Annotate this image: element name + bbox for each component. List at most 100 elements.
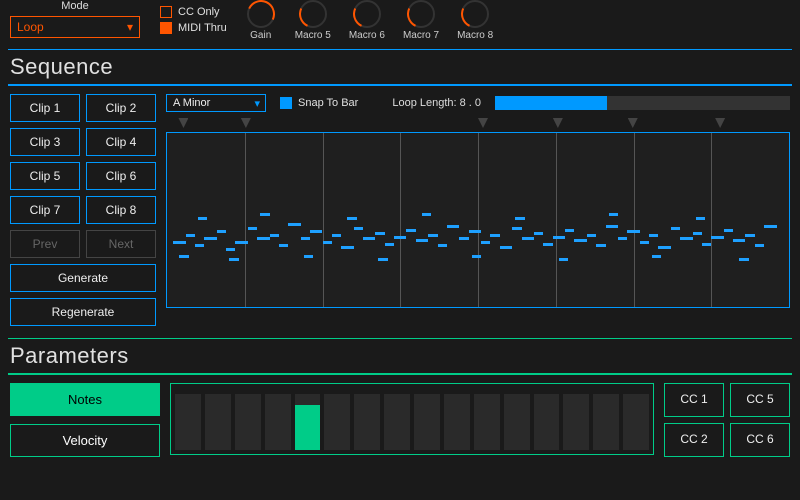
parameter-bar[interactable] bbox=[235, 394, 261, 450]
midi-note[interactable] bbox=[755, 244, 764, 247]
timeline-marker[interactable] bbox=[553, 118, 563, 128]
macro5-knob[interactable] bbox=[299, 0, 327, 28]
midi-note[interactable] bbox=[195, 244, 204, 247]
midi-note[interactable] bbox=[406, 229, 415, 232]
midi-note[interactable] bbox=[559, 258, 568, 261]
timeline-marker[interactable] bbox=[478, 118, 488, 128]
parameter-bar[interactable] bbox=[563, 394, 589, 450]
midi-note[interactable] bbox=[459, 237, 468, 240]
macro8-knob[interactable] bbox=[461, 0, 489, 28]
midi-note[interactable] bbox=[469, 230, 481, 233]
midi-note[interactable] bbox=[565, 229, 574, 232]
midi-note[interactable] bbox=[711, 236, 723, 239]
midi-thru-checkbox[interactable] bbox=[160, 22, 172, 34]
clip-2-button[interactable]: Clip 2 bbox=[86, 94, 156, 122]
parameter-bar[interactable] bbox=[414, 394, 440, 450]
midi-note[interactable] bbox=[745, 234, 754, 237]
loop-length-slider[interactable] bbox=[495, 96, 790, 110]
midi-note[interactable] bbox=[394, 236, 406, 239]
parameter-bar[interactable] bbox=[623, 394, 649, 450]
midi-note[interactable] bbox=[693, 232, 702, 235]
parameter-bar[interactable] bbox=[205, 394, 231, 450]
cc1-button[interactable]: CC 1 bbox=[664, 383, 724, 417]
midi-note[interactable] bbox=[500, 246, 512, 249]
velocity-tab-button[interactable]: Velocity bbox=[10, 424, 160, 457]
midi-note[interactable] bbox=[724, 229, 733, 232]
parameter-bar[interactable] bbox=[593, 394, 619, 450]
clip-7-button[interactable]: Clip 7 bbox=[10, 196, 80, 224]
timeline-marker[interactable] bbox=[715, 118, 725, 128]
midi-note[interactable] bbox=[248, 227, 257, 230]
midi-note[interactable] bbox=[288, 223, 300, 226]
clip-5-button[interactable]: Clip 5 bbox=[10, 162, 80, 190]
midi-note[interactable] bbox=[301, 237, 310, 240]
midi-note[interactable] bbox=[229, 258, 238, 261]
parameter-bar[interactable] bbox=[175, 394, 201, 450]
generate-button[interactable]: Generate bbox=[10, 264, 156, 292]
midi-note[interactable] bbox=[652, 255, 661, 258]
timeline-marker[interactable] bbox=[628, 118, 638, 128]
timeline-marker[interactable] bbox=[241, 118, 251, 128]
midi-note[interactable] bbox=[534, 232, 543, 235]
midi-note[interactable] bbox=[438, 244, 447, 247]
midi-note[interactable] bbox=[347, 217, 356, 220]
midi-note[interactable] bbox=[378, 258, 387, 261]
parameter-bar[interactable] bbox=[504, 394, 530, 450]
midi-note[interactable] bbox=[279, 244, 288, 247]
midi-note[interactable] bbox=[702, 243, 711, 246]
midi-note[interactable] bbox=[671, 227, 680, 230]
midi-note[interactable] bbox=[596, 244, 605, 247]
snap-to-bar-checkbox[interactable] bbox=[280, 97, 292, 109]
piano-roll[interactable] bbox=[166, 132, 790, 308]
gain-knob[interactable] bbox=[247, 0, 275, 28]
mode-select[interactable]: Loop bbox=[10, 16, 140, 38]
midi-note[interactable] bbox=[606, 225, 618, 228]
midi-note[interactable] bbox=[416, 239, 428, 242]
clip-6-button[interactable]: Clip 6 bbox=[86, 162, 156, 190]
midi-note[interactable] bbox=[733, 239, 745, 242]
midi-note[interactable] bbox=[764, 225, 776, 228]
parameter-bar[interactable] bbox=[354, 394, 380, 450]
midi-note[interactable] bbox=[490, 234, 499, 237]
midi-note[interactable] bbox=[618, 237, 627, 240]
midi-note[interactable] bbox=[696, 217, 705, 220]
midi-note[interactable] bbox=[323, 241, 332, 244]
cc-only-checkbox[interactable] bbox=[160, 6, 172, 18]
midi-note[interactable] bbox=[680, 237, 692, 240]
parameter-bars[interactable] bbox=[170, 383, 654, 455]
parameter-bar[interactable] bbox=[265, 394, 291, 450]
midi-note[interactable] bbox=[472, 255, 481, 258]
midi-note[interactable] bbox=[512, 227, 521, 230]
notes-tab-button[interactable]: Notes bbox=[10, 383, 160, 416]
parameter-bar[interactable] bbox=[295, 394, 321, 450]
prev-button[interactable]: Prev bbox=[10, 230, 80, 258]
midi-note[interactable] bbox=[627, 230, 639, 233]
midi-note[interactable] bbox=[640, 241, 649, 244]
midi-note[interactable] bbox=[341, 246, 353, 249]
midi-note[interactable] bbox=[363, 237, 375, 240]
clip-3-button[interactable]: Clip 3 bbox=[10, 128, 80, 156]
midi-note[interactable] bbox=[609, 213, 618, 216]
next-button[interactable]: Next bbox=[86, 230, 156, 258]
midi-note[interactable] bbox=[574, 239, 586, 242]
midi-note[interactable] bbox=[204, 237, 216, 240]
midi-note[interactable] bbox=[332, 234, 341, 237]
clip-1-button[interactable]: Clip 1 bbox=[10, 94, 80, 122]
parameter-bar[interactable] bbox=[474, 394, 500, 450]
parameter-bar[interactable] bbox=[444, 394, 470, 450]
midi-note[interactable] bbox=[173, 241, 185, 244]
midi-note[interactable] bbox=[257, 237, 269, 240]
cc6-button[interactable]: CC 6 bbox=[730, 423, 790, 457]
timeline-markers[interactable] bbox=[166, 118, 790, 130]
midi-note[interactable] bbox=[260, 213, 269, 216]
midi-note[interactable] bbox=[422, 213, 431, 216]
midi-note[interactable] bbox=[198, 217, 207, 220]
midi-note[interactable] bbox=[179, 255, 188, 258]
midi-note[interactable] bbox=[515, 217, 524, 220]
midi-note[interactable] bbox=[354, 227, 363, 230]
midi-note[interactable] bbox=[447, 225, 459, 228]
regenerate-button[interactable]: Regenerate bbox=[10, 298, 156, 326]
clip-8-button[interactable]: Clip 8 bbox=[86, 196, 156, 224]
parameter-bar[interactable] bbox=[324, 394, 350, 450]
midi-note[interactable] bbox=[658, 246, 670, 249]
